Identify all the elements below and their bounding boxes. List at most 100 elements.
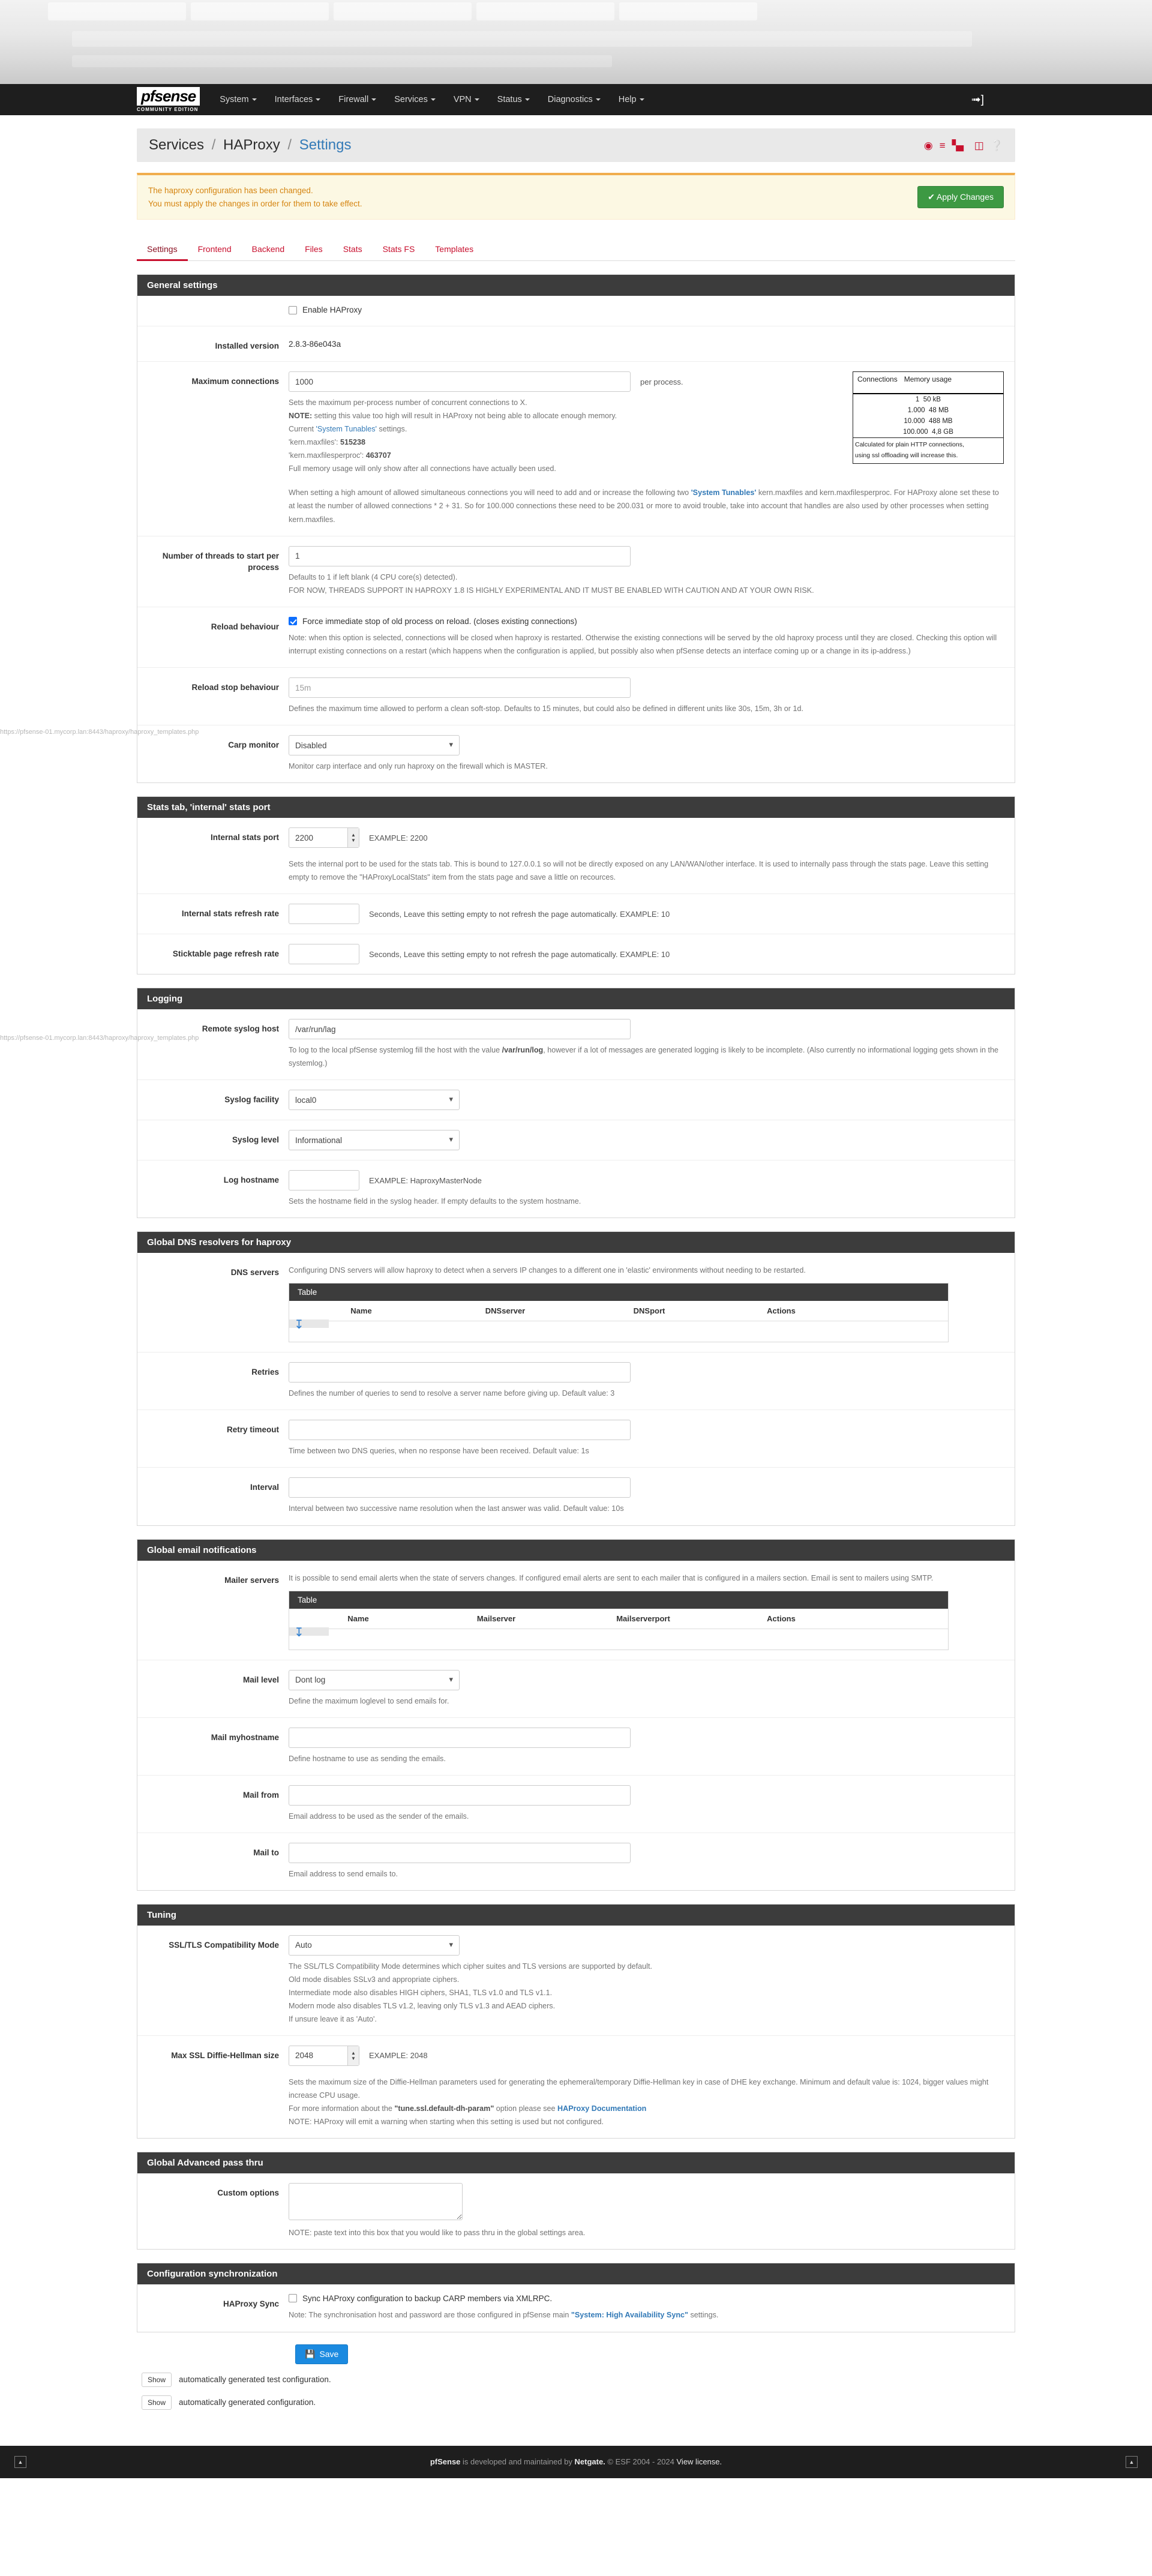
tab-label: Stats FS: [382, 244, 415, 254]
stepper-up-icon[interactable]: ▲: [351, 832, 356, 838]
show-test-config-button[interactable]: Show: [142, 2372, 172, 2387]
syslog-facility-select[interactable]: local0: [289, 1090, 460, 1111]
panel-body: Mailer servers It is possible to send em…: [137, 1560, 1015, 1890]
mail-myhostname-input[interactable]: [289, 1727, 631, 1748]
stepper-arrows-icon[interactable]: ▲ ▼: [347, 828, 359, 848]
threads-input[interactable]: [289, 545, 631, 566]
apply-changes-button[interactable]: ✔ Apply Changes: [917, 186, 1004, 209]
tab-templates[interactable]: Templates: [425, 239, 484, 261]
nav-item-status[interactable]: Status: [488, 84, 539, 115]
nav-item-services[interactable]: Services: [385, 84, 445, 115]
row-dns-servers: DNS servers Configuring DNS servers will…: [137, 1253, 1015, 1353]
kern-maxfiles-key: 'kern.maxfiles':: [289, 438, 340, 447]
stepper-down-icon[interactable]: ▼: [351, 2056, 356, 2061]
force-immediate-stop-checkbox[interactable]: Force immediate stop of old process on r…: [289, 617, 577, 626]
help-line: Old mode disables SSLv3 and appropriate …: [289, 1975, 460, 1984]
brand-logo[interactable]: pfsense COMMUNITY EDITION: [137, 87, 200, 112]
list-icon[interactable]: ◫: [974, 140, 984, 151]
internal-stats-refresh-rate-input[interactable]: [289, 904, 359, 925]
alert-text: The haproxy configuration has been chang…: [148, 184, 362, 210]
dns-retries-help: Defines the number of queries to send to…: [289, 1389, 615, 1398]
collapse-icon[interactable]: ▲: [14, 2455, 26, 2468]
footer-text: pfSense is developed and maintained by N…: [430, 2457, 722, 2466]
tab-backend[interactable]: Backend: [242, 239, 295, 261]
chevron-down-icon: [251, 98, 257, 101]
chart-icon[interactable]: ▚▖: [952, 140, 968, 151]
expand-icon[interactable]: ▲: [1125, 2455, 1138, 2468]
footer-mid: is developed and maintained by: [460, 2457, 575, 2466]
nav-item-interfaces[interactable]: Interfaces: [266, 84, 330, 115]
syslog-facility-label: Syslog facility: [224, 1095, 279, 1105]
system-tunables-link[interactable]: 'System Tunables': [691, 488, 757, 497]
browser-tab-ghost: [619, 2, 757, 20]
row-control: Sync HAProxy configuration to backup CAR…: [289, 2294, 1015, 2322]
cursor-pointer-icon: ↧: [294, 1626, 304, 1639]
panel-body: Internal stats port ▲▼ EXAMPLE: 2200 Set…: [137, 818, 1015, 974]
panel-email-notifications: Global email notifications Mailer server…: [137, 1539, 1015, 1891]
dns-interval-input[interactable]: [289, 1477, 631, 1498]
dns-retry-timeout-label: Retry timeout: [226, 1425, 279, 1435]
maximum-connections-input[interactable]: [289, 371, 631, 392]
tab-stats-fs[interactable]: Stats FS: [373, 239, 425, 261]
memory-table-col-connections: Connections: [857, 375, 898, 384]
show-test-config-row: Show automatically generated test config…: [137, 2372, 1015, 2387]
ssl-mode-select[interactable]: Auto: [289, 1935, 460, 1956]
checkbox-box-icon: [289, 617, 297, 626]
mailer-servers-label: Mailer servers: [224, 1575, 279, 1585]
log-hostname-label: Log hostname: [223, 1175, 279, 1185]
tab-files[interactable]: Files: [295, 239, 333, 261]
row-mail-to: Mail to Email address to send emails to.: [137, 1833, 1015, 1890]
show-config-button[interactable]: Show: [142, 2395, 172, 2410]
carp-monitor-select[interactable]: Disabled: [289, 735, 460, 756]
chevron-down-icon: [371, 98, 377, 101]
tab-frontend[interactable]: Frontend: [188, 239, 242, 261]
browser-tab-ghost: [48, 2, 186, 20]
system-tunables-link[interactable]: 'System Tunables': [316, 425, 377, 433]
row-internal-stats-refresh-rate: Internal stats refresh rate Seconds, Lea…: [137, 894, 1015, 935]
enable-haproxy-checkbox[interactable]: Enable HAProxy: [289, 305, 362, 314]
reload-stop-behaviour-input[interactable]: [289, 677, 631, 698]
help-line: Current 'System Tunables' settings.: [289, 422, 848, 436]
nav-item-firewall[interactable]: Firewall: [329, 84, 385, 115]
haproxy-documentation-link[interactable]: HAProxy Documentation: [557, 2104, 646, 2113]
nav-item-system[interactable]: System: [211, 84, 265, 115]
dns-retries-input[interactable]: [289, 1362, 631, 1383]
nav-item-diagnostics[interactable]: Diagnostics: [539, 84, 610, 115]
help-circle-icon[interactable]: ❔: [991, 140, 1003, 151]
logout-icon[interactable]: ➟]: [971, 93, 984, 107]
sticktable-refresh-rate-input[interactable]: [289, 944, 359, 965]
chevron-down-icon: [430, 98, 436, 101]
syslog-level-select[interactable]: Informational: [289, 1130, 460, 1151]
row-control: Interval between two successive name res…: [289, 1477, 1015, 1515]
log-hostname-input[interactable]: [289, 1170, 359, 1191]
panel-title: Global email notifications: [137, 1539, 1015, 1561]
haproxy-sync-checkbox[interactable]: Sync HAProxy configuration to backup CAR…: [289, 2294, 552, 2303]
breadcrumb-separator: /: [211, 137, 216, 153]
remote-syslog-host-input[interactable]: [289, 1019, 631, 1040]
dns-retry-timeout-input[interactable]: [289, 1420, 631, 1441]
play-circle-icon[interactable]: ◉: [924, 140, 933, 151]
help-line: FOR NOW, THREADS SUPPORT IN HAPROXY 1.8 …: [289, 586, 814, 595]
nav-item-vpn[interactable]: VPN: [445, 84, 488, 115]
tab-stats[interactable]: Stats: [333, 239, 373, 261]
stepper-arrows-icon[interactable]: ▲ ▼: [347, 2046, 359, 2065]
nav-item-help[interactable]: Help: [610, 84, 653, 115]
mail-from-input[interactable]: [289, 1785, 631, 1806]
save-button[interactable]: 💾 Save: [295, 2344, 349, 2364]
tab-settings[interactable]: Settings: [137, 239, 188, 262]
page-content: https://pfsense-01.mycorp.lan:8443/hapro…: [0, 128, 1152, 2410]
sliders-icon[interactable]: ≡: [940, 140, 946, 151]
mail-level-select[interactable]: Dont log: [289, 1669, 460, 1690]
custom-options-textarea[interactable]: [289, 2182, 463, 2220]
high-availability-sync-link[interactable]: "System: High Availability Sync": [571, 2311, 688, 2319]
checkbox-box-icon: [289, 2294, 297, 2303]
mail-to-input[interactable]: [289, 1842, 631, 1863]
ssl-tls-compatibility-mode-label: SSL/TLS Compatibility Mode: [169, 1940, 279, 1950]
help-line: Modern mode also disables TLS v1.2, leav…: [289, 2001, 556, 2010]
stepper-down-icon[interactable]: ▼: [351, 838, 356, 843]
view-license-link[interactable]: View license.: [677, 2457, 722, 2466]
memory-note-line-1: Calculated for plain HTTP connections,: [855, 441, 964, 449]
stepper-up-icon[interactable]: ▲: [351, 2050, 356, 2056]
breadcrumb-section[interactable]: HAProxy: [223, 137, 280, 153]
breadcrumb-root[interactable]: Services: [149, 137, 204, 153]
